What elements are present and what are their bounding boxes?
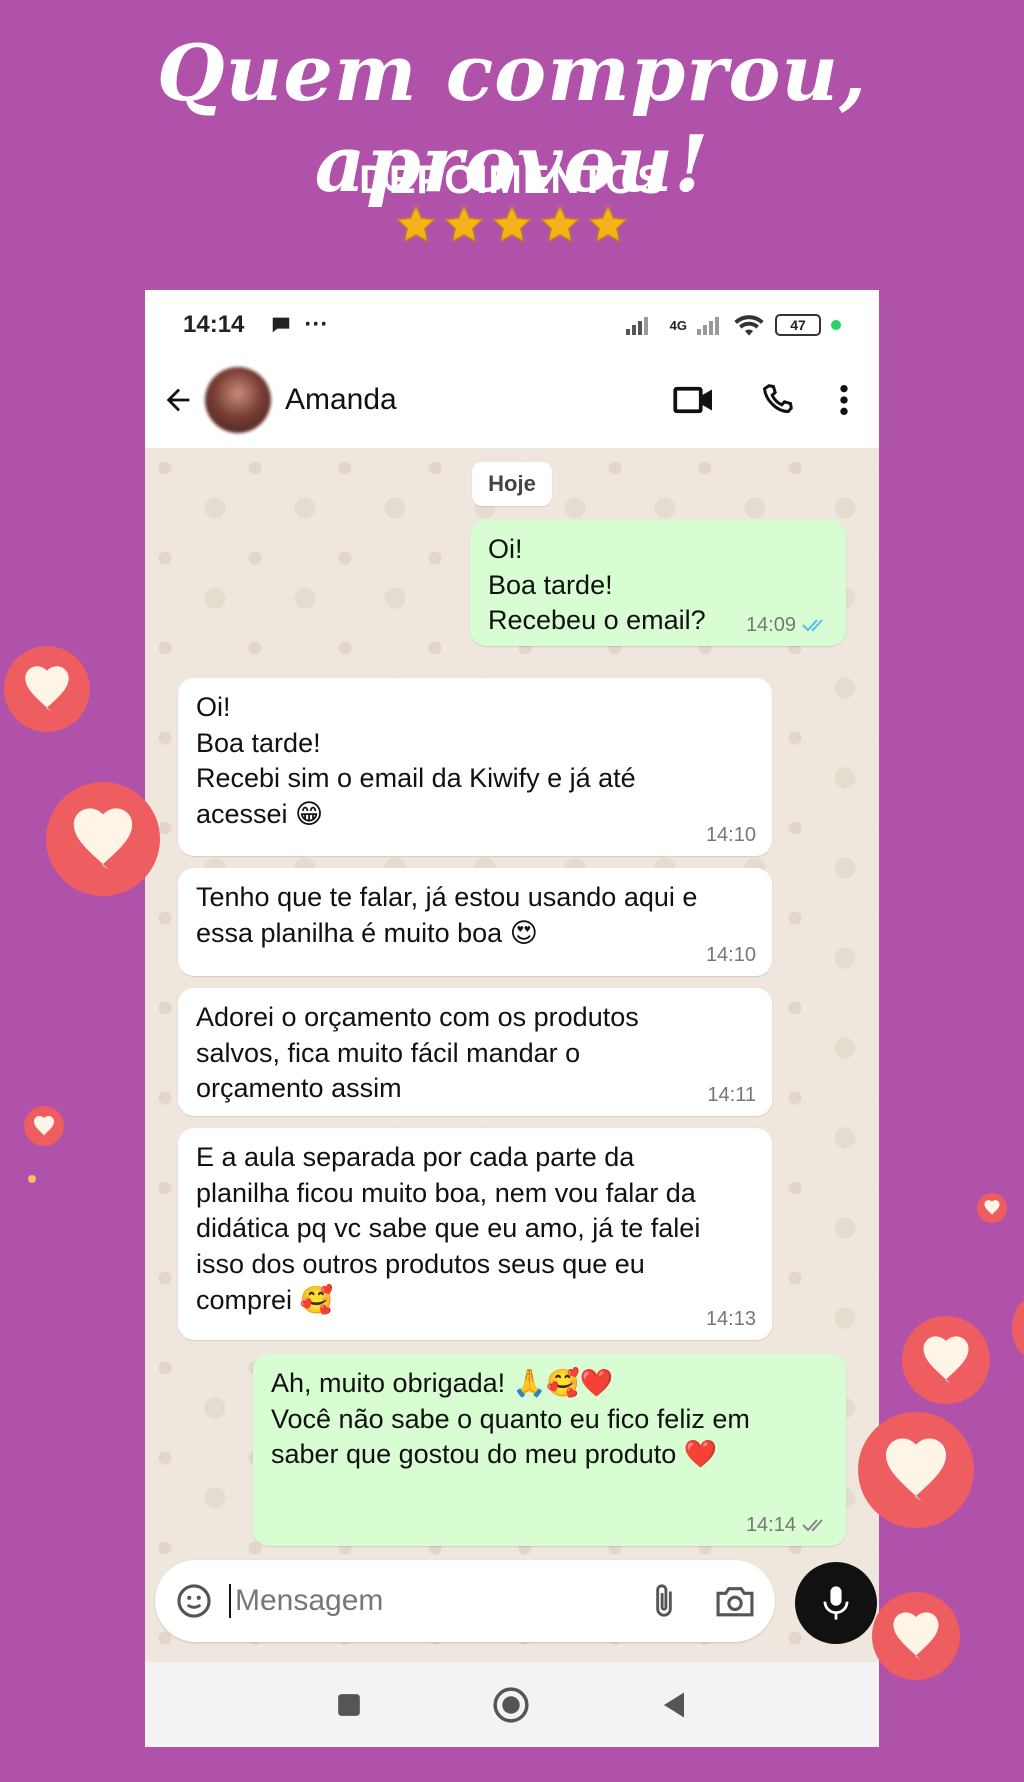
rating-stars xyxy=(0,204,1024,246)
attach-icon[interactable] xyxy=(649,1582,679,1620)
message-line: isso dos outros produtos seus que eu xyxy=(196,1248,645,1279)
message-time: 14:10 xyxy=(705,823,756,846)
message-line: didática pq vc sabe que eu amo, já te fa… xyxy=(196,1213,701,1244)
heart-icon xyxy=(28,1175,36,1183)
chat-notification-icon xyxy=(273,317,290,333)
message-line: comprei 🥰 xyxy=(196,1284,334,1315)
message-line: E a aula separada por cada parte da xyxy=(196,1142,635,1172)
message-meta: 14:10 xyxy=(706,942,756,968)
status-bar: 14:14 ··· 4G 47 xyxy=(145,290,879,360)
message-line: salvos, fica muito fácil mandar o xyxy=(196,1037,581,1068)
star-icon xyxy=(396,204,436,243)
message-line: Boa tarde! xyxy=(196,727,321,758)
heart-icon xyxy=(4,646,90,732)
message-bubble-incoming[interactable]: Oi! Boa tarde! Recebi sim o email da Kiw… xyxy=(178,678,772,856)
message-time: 14:09 xyxy=(745,613,796,636)
message-time: 14:11 xyxy=(707,1083,756,1106)
star-icon xyxy=(588,204,628,243)
more-vert-icon[interactable] xyxy=(839,383,849,417)
phone-icon[interactable] xyxy=(759,382,795,418)
message-meta: 14:14 xyxy=(746,1512,830,1538)
message-bubble-outgoing[interactable]: Oi! Boa tarde! Recebeu o email? 14:09 xyxy=(470,520,846,646)
message-time: 14:14 xyxy=(745,1513,796,1536)
heart-icon xyxy=(46,782,160,896)
heart-icon xyxy=(902,1316,990,1404)
read-receipt-icon xyxy=(802,619,823,632)
network-type: 4G xyxy=(669,317,687,333)
battery-level: 47 xyxy=(790,317,806,333)
delivered-receipt-icon xyxy=(802,1519,823,1532)
message-meta: 14:10 xyxy=(706,822,756,848)
star-icon xyxy=(540,204,580,243)
message-bubble-incoming[interactable]: E a aula separada por cada parte da plan… xyxy=(178,1128,772,1340)
message-line: Boa tarde! xyxy=(488,569,613,600)
more-notifications-icon: ··· xyxy=(304,311,329,338)
signal-icon xyxy=(697,317,719,335)
message-line: acessei 😁 xyxy=(196,798,324,829)
message-line: essa planilha é muito boa 😍 xyxy=(196,917,538,948)
home-icon[interactable] xyxy=(492,1686,530,1724)
heart-icon xyxy=(872,1592,960,1680)
heart-icon xyxy=(1012,1298,1024,1358)
message-meta: 14:13 xyxy=(706,1306,756,1332)
message-time: 14:13 xyxy=(705,1307,756,1330)
back-icon[interactable] xyxy=(660,1690,688,1720)
privacy-indicator-icon xyxy=(831,320,841,330)
phone-screenshot: 14:14 ··· 4G 47 Amanda Hoje Oi! Boa tard… xyxy=(145,290,879,1747)
message-line: orçamento assim xyxy=(196,1073,402,1104)
message-input[interactable]: Mensagem xyxy=(229,1584,383,1618)
message-line: Oi! xyxy=(196,692,231,722)
message-line: saber que gostou do meu produto ❤️ xyxy=(271,1439,718,1470)
wifi-icon xyxy=(734,315,764,336)
message-meta: 14:09 xyxy=(746,612,830,638)
message-input-bar[interactable]: Mensagem xyxy=(155,1560,775,1642)
message-line: Oi! xyxy=(488,534,523,564)
avatar[interactable] xyxy=(205,367,271,433)
heart-icon xyxy=(858,1412,974,1528)
message-line: Tenho que te falar, já estou usando aqui… xyxy=(196,882,698,912)
message-line: Recebi sim o email da Kiwify e já até xyxy=(196,763,636,794)
signal-icon xyxy=(625,317,648,335)
battery-icon: 47 xyxy=(775,314,821,336)
message-line: Você não sabe o quanto eu fico feliz em xyxy=(271,1403,750,1434)
android-nav-bar xyxy=(145,1662,879,1747)
star-icon xyxy=(492,204,532,243)
star-icon xyxy=(444,204,484,243)
video-call-icon[interactable] xyxy=(673,383,715,417)
message-bubble-incoming[interactable]: Adorei o orçamento com os produtos salvo… xyxy=(178,988,772,1116)
mic-icon xyxy=(823,1586,849,1620)
message-bubble-incoming[interactable]: Tenho que te falar, já estou usando aqui… xyxy=(178,868,772,976)
message-line: Ah, muito obrigada! 🙏🥰❤️ xyxy=(271,1368,614,1398)
status-time: 14:14 xyxy=(183,311,245,338)
contact-name[interactable]: Amanda xyxy=(285,383,397,417)
heart-icon xyxy=(24,1106,64,1146)
date-chip: Hoje xyxy=(472,462,552,506)
message-bubble-outgoing[interactable]: Ah, muito obrigada! 🙏🥰❤️ Você não sabe o… xyxy=(253,1354,846,1546)
heart-icon xyxy=(977,1193,1007,1223)
subhead: DEPOIMENTOS xyxy=(359,158,665,202)
chat-area[interactable]: Hoje Oi! Boa tarde! Recebeu o email? 14:… xyxy=(145,448,879,1747)
message-time: 14:10 xyxy=(705,943,756,966)
mic-button[interactable] xyxy=(795,1562,877,1644)
sticker-icon[interactable] xyxy=(175,1582,213,1620)
message-meta: 14:11 xyxy=(707,1082,756,1108)
recents-icon[interactable] xyxy=(336,1692,362,1718)
message-line: planilha ficou muito boa, nem vou falar … xyxy=(196,1177,696,1208)
message-line: Adorei o orçamento com os produtos xyxy=(196,1002,639,1032)
chat-header: Amanda xyxy=(145,360,879,440)
back-arrow-icon[interactable] xyxy=(161,383,195,417)
camera-icon[interactable] xyxy=(715,1583,755,1619)
